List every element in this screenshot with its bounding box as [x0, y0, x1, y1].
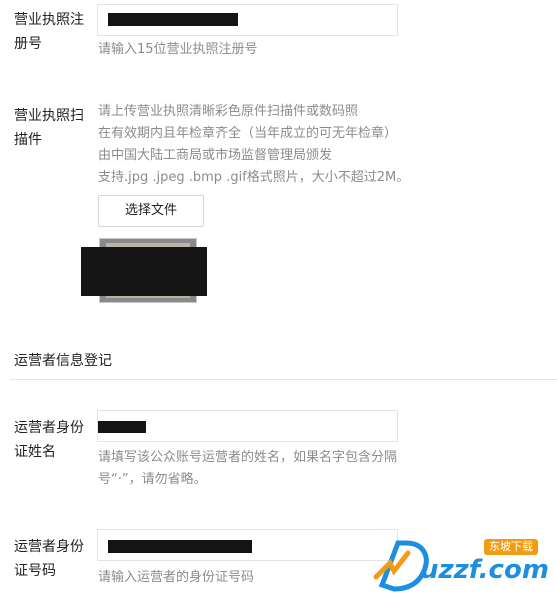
license-number-label-line2: 册号	[14, 36, 42, 52]
choose-file-button[interactable]: 选择文件	[98, 195, 204, 227]
license-scan-hint-2: 在有效期内且年检章齐全（当年成立的可无年检章）	[98, 126, 398, 141]
operator-name-label: 运营者身份 证姓名	[14, 416, 92, 464]
watermark-brand: uzzf.com	[420, 555, 549, 585]
operator-name-hint-1: 请填写该公众账号运营者的姓名，如果名字包含分隔	[98, 450, 398, 465]
operator-name-label-line2: 证姓名	[14, 444, 56, 460]
license-scan-hint-3: 由中国大陆工商局或市场监督管理局颁发	[98, 148, 333, 163]
license-number-input[interactable]	[97, 4, 398, 36]
operator-id-input[interactable]	[97, 529, 398, 561]
redacted-operator-id	[108, 540, 252, 553]
license-scan-hint-1: 请上传营业执照清晰彩色原件扫描件或数码照	[98, 104, 359, 119]
license-number-label: 营业执照注 册号	[14, 8, 92, 56]
operator-id-hint: 请输入运营者的身份证号码	[98, 570, 255, 585]
uzzf-watermark-logo: 东坡下载 uzzf.com	[372, 535, 554, 597]
redacted-license-number	[108, 13, 238, 26]
operator-id-label-line1: 运营者身份	[14, 539, 84, 555]
operator-id-label-line2: 证号码	[14, 563, 56, 579]
operator-name-input[interactable]	[97, 410, 398, 442]
operator-section-title: 运营者信息登记	[14, 353, 112, 369]
license-scan-label-line1: 营业执照扫	[14, 108, 84, 124]
license-scan-label: 营业执照扫 描件	[14, 104, 92, 152]
watermark-tagline: 东坡下载	[484, 539, 538, 555]
license-number-hint: 请输入15位营业执照注册号	[98, 42, 258, 57]
license-number-label-line1: 营业执照注	[14, 12, 84, 28]
license-scan-label-line2: 描件	[14, 132, 42, 148]
operator-name-hint-2: 号“·”，请勿省略。	[98, 472, 207, 487]
redacted-operator-name	[98, 421, 146, 433]
operator-name-label-line1: 运营者身份	[14, 420, 84, 436]
operator-id-label: 运营者身份 证号码	[14, 535, 92, 583]
redacted-license-image	[81, 247, 207, 296]
section-divider	[10, 379, 557, 380]
license-scan-hint-4: 支持.jpg .jpeg .bmp .gif格式照片，大小不超过2M。	[98, 170, 410, 185]
